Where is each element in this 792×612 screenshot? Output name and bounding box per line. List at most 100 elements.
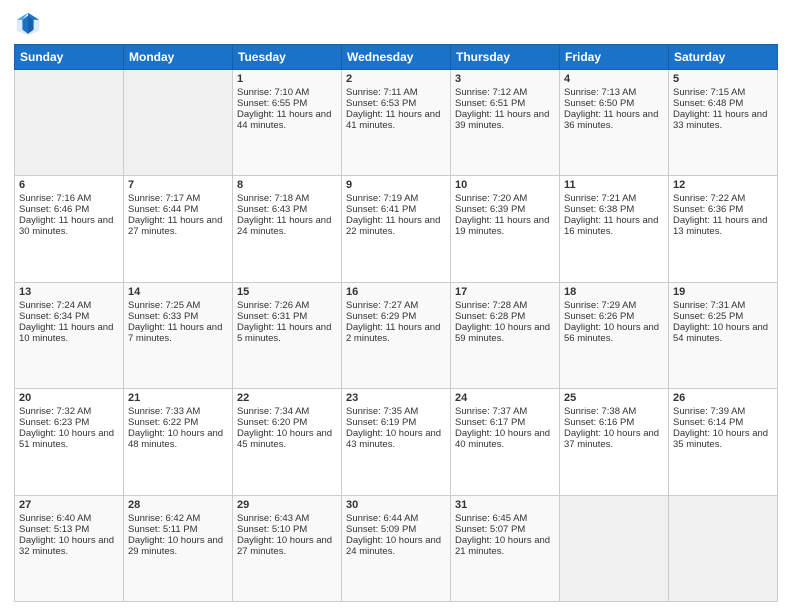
day-cell: 6Sunrise: 7:16 AMSunset: 6:46 PMDaylight…	[15, 176, 124, 282]
sunset-text: Sunset: 5:11 PM	[128, 524, 228, 535]
daylight-text: Daylight: 11 hours and 13 minutes.	[673, 215, 773, 237]
day-cell: 16Sunrise: 7:27 AMSunset: 6:29 PMDayligh…	[342, 282, 451, 388]
day-cell: 17Sunrise: 7:28 AMSunset: 6:28 PMDayligh…	[451, 282, 560, 388]
sunrise-text: Sunrise: 7:29 AM	[564, 300, 664, 311]
day-number: 25	[564, 392, 664, 404]
day-number: 22	[237, 392, 337, 404]
week-row-5: 27Sunrise: 6:40 AMSunset: 5:13 PMDayligh…	[15, 495, 778, 601]
sunset-text: Sunset: 6:19 PM	[346, 417, 446, 428]
day-number: 6	[19, 179, 119, 191]
header-cell-monday: Monday	[124, 45, 233, 70]
sunrise-text: Sunrise: 6:40 AM	[19, 513, 119, 524]
daylight-text: Daylight: 10 hours and 21 minutes.	[455, 535, 555, 557]
day-number: 14	[128, 286, 228, 298]
week-row-1: 1Sunrise: 7:10 AMSunset: 6:55 PMDaylight…	[15, 70, 778, 176]
day-number: 5	[673, 73, 773, 85]
sunrise-text: Sunrise: 7:37 AM	[455, 406, 555, 417]
day-cell: 5Sunrise: 7:15 AMSunset: 6:48 PMDaylight…	[669, 70, 778, 176]
sunset-text: Sunset: 6:28 PM	[455, 311, 555, 322]
day-cell	[15, 70, 124, 176]
sunrise-text: Sunrise: 6:43 AM	[237, 513, 337, 524]
sunset-text: Sunset: 6:17 PM	[455, 417, 555, 428]
daylight-text: Daylight: 10 hours and 56 minutes.	[564, 322, 664, 344]
day-cell: 8Sunrise: 7:18 AMSunset: 6:43 PMDaylight…	[233, 176, 342, 282]
day-cell: 24Sunrise: 7:37 AMSunset: 6:17 PMDayligh…	[451, 389, 560, 495]
sunrise-text: Sunrise: 7:35 AM	[346, 406, 446, 417]
sunrise-text: Sunrise: 7:24 AM	[19, 300, 119, 311]
sunrise-text: Sunrise: 7:19 AM	[346, 193, 446, 204]
day-cell: 21Sunrise: 7:33 AMSunset: 6:22 PMDayligh…	[124, 389, 233, 495]
daylight-text: Daylight: 10 hours and 45 minutes.	[237, 428, 337, 450]
sunset-text: Sunset: 6:33 PM	[128, 311, 228, 322]
sunrise-text: Sunrise: 6:44 AM	[346, 513, 446, 524]
sunrise-text: Sunrise: 6:42 AM	[128, 513, 228, 524]
day-cell: 31Sunrise: 6:45 AMSunset: 5:07 PMDayligh…	[451, 495, 560, 601]
day-number: 13	[19, 286, 119, 298]
daylight-text: Daylight: 11 hours and 16 minutes.	[564, 215, 664, 237]
sunset-text: Sunset: 6:41 PM	[346, 204, 446, 215]
sunset-text: Sunset: 6:55 PM	[237, 98, 337, 109]
day-cell: 9Sunrise: 7:19 AMSunset: 6:41 PMDaylight…	[342, 176, 451, 282]
logo	[14, 10, 46, 38]
header	[14, 10, 778, 38]
daylight-text: Daylight: 11 hours and 2 minutes.	[346, 322, 446, 344]
sunset-text: Sunset: 6:16 PM	[564, 417, 664, 428]
sunrise-text: Sunrise: 7:38 AM	[564, 406, 664, 417]
calendar-header: SundayMondayTuesdayWednesdayThursdayFrid…	[15, 45, 778, 70]
day-cell: 3 Sunrise: 7:12 AMSunset: 6:51 PMDaylight…	[451, 70, 560, 176]
daylight-text: Daylight: 10 hours and 54 minutes.	[673, 322, 773, 344]
header-cell-saturday: Saturday	[669, 45, 778, 70]
sunrise-text: Sunrise: 7:18 AM	[237, 193, 337, 204]
sunset-text: Sunset: 6:53 PM	[346, 98, 446, 109]
daylight-text: Daylight: 11 hours and 10 minutes.	[19, 322, 119, 344]
day-number: 15	[237, 286, 337, 298]
daylight-text: Daylight: 10 hours and 43 minutes.	[346, 428, 446, 450]
day-cell: 19Sunrise: 7:31 AMSunset: 6:25 PMDayligh…	[669, 282, 778, 388]
sunset-text: Sunset: 5:10 PM	[237, 524, 337, 535]
sunrise-text: Sunrise: 7:12 AM	[455, 87, 555, 98]
day-cell: 12Sunrise: 7:22 AMSunset: 6:36 PMDayligh…	[669, 176, 778, 282]
day-number: 23	[346, 392, 446, 404]
sunset-text: Sunset: 6:34 PM	[19, 311, 119, 322]
day-cell: 26Sunrise: 7:39 AMSunset: 6:14 PMDayligh…	[669, 389, 778, 495]
sunset-text: Sunset: 6:29 PM	[346, 311, 446, 322]
sunset-text: Sunset: 5:09 PM	[346, 524, 446, 535]
sunset-text: Sunset: 6:48 PM	[673, 98, 773, 109]
sunrise-text: Sunrise: 7:20 AM	[455, 193, 555, 204]
sunset-text: Sunset: 5:07 PM	[455, 524, 555, 535]
sunrise-text: Sunrise: 7:15 AM	[673, 87, 773, 98]
daylight-text: Daylight: 11 hours and 39 minutes.	[455, 109, 555, 131]
sunrise-text: Sunrise: 7:27 AM	[346, 300, 446, 311]
day-cell	[124, 70, 233, 176]
daylight-text: Daylight: 10 hours and 48 minutes.	[128, 428, 228, 450]
day-number: 30	[346, 499, 446, 511]
sunrise-text: Sunrise: 7:32 AM	[19, 406, 119, 417]
day-number: 20	[19, 392, 119, 404]
sunset-text: Sunset: 6:38 PM	[564, 204, 664, 215]
day-cell: 25Sunrise: 7:38 AMSunset: 6:16 PMDayligh…	[560, 389, 669, 495]
day-cell: 4Sunrise: 7:13 AMSunset: 6:50 PMDaylight…	[560, 70, 669, 176]
daylight-text: Daylight: 11 hours and 5 minutes.	[237, 322, 337, 344]
sunrise-text: Sunrise: 7:34 AM	[237, 406, 337, 417]
sunset-text: Sunset: 6:20 PM	[237, 417, 337, 428]
daylight-text: Daylight: 11 hours and 19 minutes.	[455, 215, 555, 237]
day-number: 24	[455, 392, 555, 404]
daylight-text: Daylight: 11 hours and 44 minutes.	[237, 109, 337, 131]
day-number: 17	[455, 286, 555, 298]
sunrise-text: Sunrise: 7:28 AM	[455, 300, 555, 311]
day-number: 3	[455, 73, 555, 85]
sunset-text: Sunset: 6:23 PM	[19, 417, 119, 428]
day-cell: 30 Sunrise: 6:44 AMSunset: 5:09 PMDayligh…	[342, 495, 451, 601]
sunset-text: Sunset: 6:51 PM	[455, 98, 555, 109]
day-cell: 10Sunrise: 7:20 AMSunset: 6:39 PMDayligh…	[451, 176, 560, 282]
header-cell-friday: Friday	[560, 45, 669, 70]
day-cell: 7Sunrise: 7:17 AMSunset: 6:44 PMDaylight…	[124, 176, 233, 282]
day-cell: 14Sunrise: 7:25 AMSunset: 6:33 PMDayligh…	[124, 282, 233, 388]
sunset-text: Sunset: 6:43 PM	[237, 204, 337, 215]
sunrise-text: Sunrise: 7:13 AM	[564, 87, 664, 98]
day-number: 12	[673, 179, 773, 191]
sunrise-text: Sunrise: 7:25 AM	[128, 300, 228, 311]
daylight-text: Daylight: 10 hours and 35 minutes.	[673, 428, 773, 450]
daylight-text: Daylight: 10 hours and 24 minutes.	[346, 535, 446, 557]
header-cell-tuesday: Tuesday	[233, 45, 342, 70]
